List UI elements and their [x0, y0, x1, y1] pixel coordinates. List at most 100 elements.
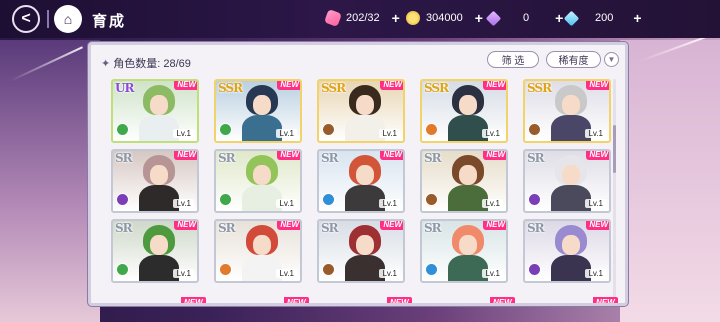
filter-button[interactable]: 筛 选 [487, 51, 539, 68]
character-card[interactable]: UR NEW Lv.1 [111, 79, 199, 143]
chevron-down-icon: ▼ [607, 55, 616, 64]
background-left [0, 40, 100, 322]
character-card[interactable]: SR NEW Lv.1 [111, 219, 199, 283]
level-label: Lv.1 [482, 269, 503, 278]
portrait-face [459, 235, 477, 255]
level-label: Lv.1 [482, 129, 503, 138]
character-card[interactable]: SR NEW Lv.1 [523, 149, 611, 213]
resource-coin: 304000 + [406, 10, 483, 26]
rarity-label: SR [218, 221, 236, 235]
resource-blue-gem: 200 + [563, 10, 642, 26]
divider [47, 10, 49, 28]
sort-order-button[interactable]: ▼ [604, 52, 619, 67]
level-label: Lv.1 [173, 199, 194, 208]
attribute-icon [528, 193, 541, 206]
rarity-label: SSR [218, 81, 243, 95]
level-label: Lv.1 [585, 199, 606, 208]
candy-icon [324, 9, 342, 27]
new-badge: NEW [483, 151, 506, 160]
sparkle-icon: ✦ [101, 58, 111, 70]
level-label: Lv.1 [276, 269, 297, 278]
character-card[interactable]: SR NEW Lv.1 [420, 149, 508, 213]
attribute-icon [425, 263, 438, 276]
level-label: Lv.1 [276, 199, 297, 208]
home-button[interactable]: ⌂ [54, 5, 82, 33]
rarity-label: UR [115, 81, 134, 95]
character-card[interactable]: SSR NEW Lv.1 [214, 79, 302, 143]
character-card[interactable]: SR NEW Lv.1 [317, 219, 405, 283]
portrait-face [562, 235, 580, 255]
character-card[interactable]: SSR NEW Lv.1 [420, 79, 508, 143]
new-badge: NEW [586, 81, 609, 90]
level-label: Lv.1 [173, 129, 194, 138]
character-card[interactable]: SR NEW Lv.1 [214, 149, 302, 213]
character-card[interactable]: SR NEW Lv.1 [317, 149, 405, 213]
rarity-label: SR [115, 151, 133, 165]
level-label: Lv.1 [276, 129, 297, 138]
rarity-label: SSR [527, 81, 552, 95]
attribute-icon [322, 263, 335, 276]
new-badge: NEW [483, 81, 506, 90]
new-badge: NEW [586, 221, 609, 230]
panel-header: ✦ 角色数量: 28/69 筛 选 稀有度 ▼ [91, 45, 625, 75]
rarity-label: SR [527, 151, 545, 165]
purple-gem-icon [485, 10, 502, 26]
character-card[interactable]: SR NEW Lv.1 [420, 219, 508, 283]
coin-add-button[interactable]: + [475, 10, 483, 26]
rarity-label: SR [424, 151, 442, 165]
attribute-icon [528, 263, 541, 276]
character-card[interactable]: SSR NEW Lv.1 [523, 79, 611, 143]
candy-add-button[interactable]: + [392, 10, 400, 26]
new-badge: NEW [174, 221, 197, 230]
level-label: Lv.1 [173, 269, 194, 278]
attribute-icon [425, 193, 438, 206]
rarity-label: SR [321, 151, 339, 165]
new-badge: NEW [277, 221, 300, 230]
new-badge: NEW [380, 221, 403, 230]
page-title: 育成 [92, 13, 127, 30]
blue-gem-icon [563, 10, 580, 26]
scrollbar-track[interactable] [613, 79, 616, 303]
portrait-face [459, 165, 477, 185]
back-button[interactable]: < [12, 5, 40, 33]
resource-purple-gem: 0 + [485, 10, 563, 26]
level-label: Lv.1 [379, 269, 400, 278]
attribute-icon [322, 193, 335, 206]
attribute-icon [322, 123, 335, 136]
new-badge: NEW [380, 151, 403, 160]
level-label: Lv.1 [379, 129, 400, 138]
new-badge: NEW [380, 81, 403, 90]
character-card[interactable]: SR NEW Lv.1 [523, 219, 611, 283]
portrait-face [253, 95, 271, 115]
character-panel: ✦ 角色数量: 28/69 筛 选 稀有度 ▼ UR NEW Lv.1 SSR NEW Lv… [88, 42, 628, 306]
portrait-face [459, 95, 477, 115]
attribute-icon [528, 123, 541, 136]
new-badge: NEW [277, 81, 300, 90]
character-card[interactable]: SSR NEW Lv.1 [317, 79, 405, 143]
purple-gem-add-button[interactable]: + [555, 10, 563, 26]
character-card[interactable]: SR NEW Lv.1 [214, 219, 302, 283]
new-badge: NEW [174, 81, 197, 90]
portrait-face [150, 165, 168, 185]
rarity-label: SR [527, 221, 545, 235]
character-card[interactable]: SR NEW Lv.1 [111, 149, 199, 213]
back-arrow-icon: < [21, 10, 31, 27]
new-badge: NEW [586, 151, 609, 160]
portrait-face [150, 235, 168, 255]
scrollbar-thumb[interactable] [613, 125, 616, 173]
top-bar: < ⌂ 育成 202/32 + 304000 + 0 + 200 + [0, 0, 720, 38]
portrait-face [562, 165, 580, 185]
rarity-label: SSR [321, 81, 346, 95]
new-badge: NEW [483, 221, 506, 230]
portrait-face [562, 95, 580, 115]
purple-gem-value: 0 [523, 12, 530, 24]
level-label: Lv.1 [585, 129, 606, 138]
attribute-icon [219, 263, 232, 276]
attribute-icon [116, 193, 129, 206]
level-label: Lv.1 [482, 199, 503, 208]
new-badge: NEW [284, 297, 309, 303]
rarity-sort-button[interactable]: 稀有度 [546, 51, 601, 68]
attribute-icon [425, 123, 438, 136]
blue-gem-add-button[interactable]: + [633, 10, 641, 26]
attribute-icon [116, 123, 129, 136]
